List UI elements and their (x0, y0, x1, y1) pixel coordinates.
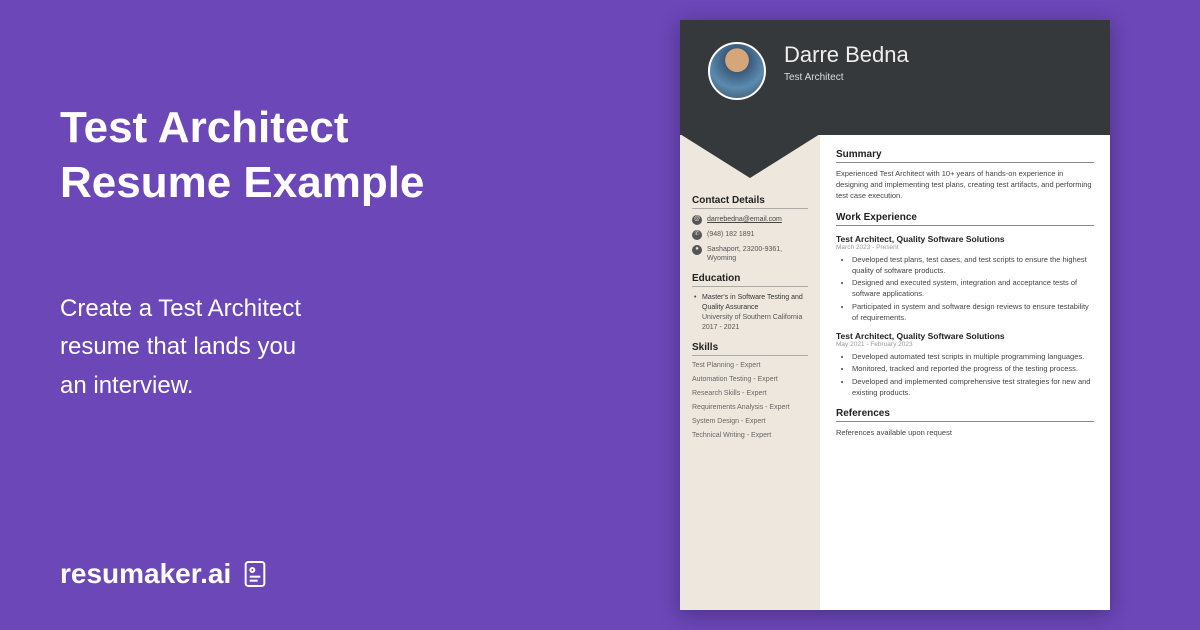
edu-years: 2017 - 2021 (702, 323, 808, 333)
document-icon (239, 558, 271, 590)
contact-title: Contact Details (692, 195, 808, 209)
contact-phone: ✆ (948) 182 1891 (692, 230, 808, 240)
job-bullet: Designed and executed system, integratio… (852, 277, 1094, 300)
sub-line: Create a Test Architect (60, 295, 301, 322)
education-item: Master's in Software Testing and Quality… (692, 293, 808, 332)
location-icon: ● (692, 245, 702, 255)
contact-address: ● Sashaport, 23200-9361, Wyoming (692, 245, 808, 263)
resume-role: Test Architect (784, 72, 909, 83)
skill-item: Requirements Analysis - Expert (692, 404, 808, 411)
resume-main: Summary Experienced Test Architect with … (820, 135, 1110, 610)
job-bullets: Developed automated test scripts in mult… (836, 351, 1094, 398)
resume-body: Contact Details @ darrebedna@email.com ✆… (680, 135, 1110, 610)
address-text: Sashaport, 23200-9361, Wyoming (707, 245, 808, 263)
skill-item: Automation Testing - Expert (692, 376, 808, 383)
email-text: darrebedna@email.com (707, 215, 782, 224)
job-date: March 2023 - Present (836, 244, 1094, 251)
title-line: Resume Example (60, 158, 424, 207)
resume-preview-container: Darre Bedna Test Architect Contact Detai… (620, 0, 1200, 630)
job-bullet: Developed and implemented comprehensive … (852, 376, 1094, 399)
skills-title: Skills (692, 342, 808, 356)
avatar (708, 42, 766, 100)
resume-header: Darre Bedna Test Architect (680, 20, 1110, 135)
skill-item: System Design - Expert (692, 418, 808, 425)
resume-sidebar: Contact Details @ darrebedna@email.com ✆… (680, 135, 820, 610)
job-bullet: Monitored, tracked and reported the prog… (852, 363, 1094, 374)
references-title: References (836, 408, 1094, 422)
job-date: May 2021 - February 2023 (836, 341, 1094, 348)
summary-title: Summary (836, 149, 1094, 163)
promo-subtitle: Create a Test Architect resume that land… (60, 290, 560, 405)
job-bullet: Developed test plans, test cases, and te… (852, 254, 1094, 277)
job-title: Test Architect, Quality Software Solutio… (836, 331, 1094, 341)
education-title: Education (692, 273, 808, 287)
header-text: Darre Bedna Test Architect (784, 42, 909, 83)
job-bullet: Developed automated test scripts in mult… (852, 351, 1094, 362)
logo-text: resumaker.ai (60, 558, 231, 590)
sub-line: an interview. (60, 372, 193, 399)
contact-email: @ darrebedna@email.com (692, 215, 808, 225)
resume-name: Darre Bedna (784, 42, 909, 68)
job-entry: Test Architect, Quality Software Solutio… (836, 234, 1094, 324)
brand-logo: resumaker.ai (60, 558, 560, 590)
phone-text: (948) 182 1891 (707, 230, 754, 239)
resume-document: Darre Bedna Test Architect Contact Detai… (680, 20, 1110, 610)
job-bullets: Developed test plans, test cases, and te… (836, 254, 1094, 324)
job-bullet: Participated in system and software desi… (852, 301, 1094, 324)
skill-item: Technical Writing - Expert (692, 432, 808, 439)
experience-title: Work Experience (836, 212, 1094, 226)
job-title: Test Architect, Quality Software Solutio… (836, 234, 1094, 244)
phone-icon: ✆ (692, 230, 702, 240)
references-text: References available upon request (836, 428, 1094, 437)
email-icon: @ (692, 215, 702, 225)
title-line: Test Architect (60, 103, 349, 152)
promo-panel: Test Architect Resume Example Create a T… (0, 0, 620, 630)
promo-title: Test Architect Resume Example (60, 100, 560, 210)
edu-school: University of Southern California (702, 313, 808, 323)
skill-item: Research Skills - Expert (692, 390, 808, 397)
sub-line: resume that lands you (60, 333, 296, 360)
job-entry: Test Architect, Quality Software Solutio… (836, 331, 1094, 398)
edu-degree: Master's in Software Testing and Quality… (702, 293, 808, 313)
summary-text: Experienced Test Architect with 10+ year… (836, 169, 1094, 202)
skill-item: Test Planning - Expert (692, 362, 808, 369)
